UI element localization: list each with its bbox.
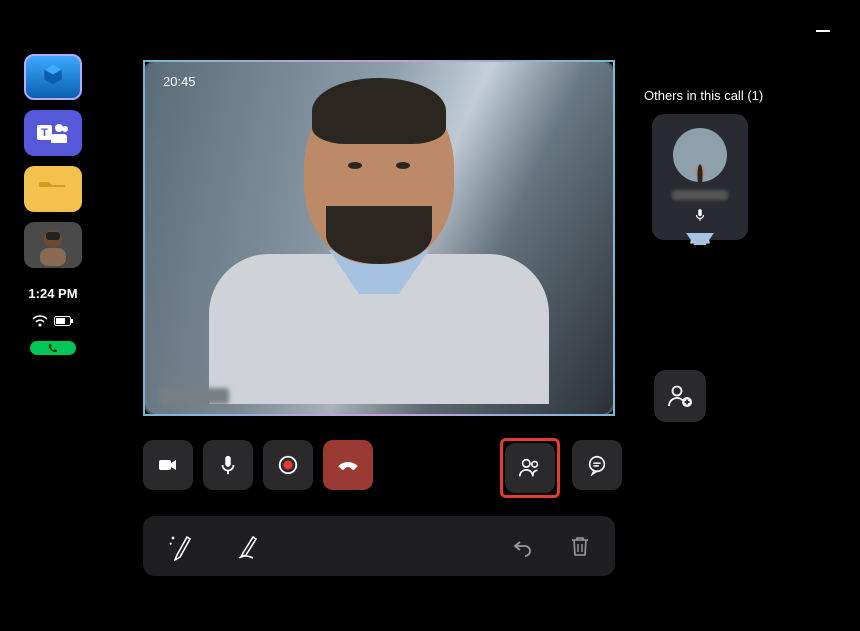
record-icon — [277, 454, 299, 476]
sidebar-item-dynamics[interactable] — [24, 54, 82, 100]
participant-avatar — [673, 128, 727, 182]
phone-icon — [48, 343, 58, 353]
status-row — [32, 315, 74, 327]
others-panel-label: Others in this call (1) — [644, 88, 763, 103]
svg-text:T: T — [41, 127, 48, 139]
record-button[interactable] — [263, 440, 313, 490]
call-controls-right — [500, 438, 622, 498]
chat-icon — [586, 454, 608, 476]
pen-sparkle-icon — [167, 531, 195, 561]
battery-icon — [54, 315, 74, 327]
undo-icon — [511, 534, 535, 558]
bottom-toolbar — [143, 516, 615, 576]
teams-icon: T — [37, 122, 69, 144]
wifi-icon — [32, 315, 48, 327]
left-sidebar: T 1:24 PM — [22, 54, 84, 355]
people-button[interactable] — [505, 443, 555, 493]
mic-icon — [217, 454, 239, 476]
pen-tool-button[interactable] — [167, 531, 195, 561]
person-add-icon — [666, 382, 694, 410]
people-button-highlight — [500, 438, 560, 498]
camera-icon — [156, 453, 180, 477]
main-participant-portrait — [209, 84, 549, 414]
sidebar-item-teams[interactable]: T — [24, 110, 82, 156]
folder-icon — [39, 178, 67, 200]
trash-icon — [569, 534, 591, 558]
dynamics-icon — [38, 62, 68, 92]
delete-button[interactable] — [569, 534, 591, 558]
hangup-button[interactable] — [323, 440, 373, 490]
people-icon — [517, 455, 543, 481]
add-participant-button[interactable] — [654, 370, 706, 422]
camera-toggle-button[interactable] — [143, 440, 193, 490]
participant-card[interactable] — [652, 114, 748, 240]
avatar-icon — [24, 222, 82, 268]
mic-toggle-button[interactable] — [203, 440, 253, 490]
main-participant-name — [159, 388, 229, 404]
minimize-button[interactable] — [816, 30, 830, 32]
clock-label: 1:24 PM — [28, 286, 77, 301]
chat-button[interactable] — [572, 440, 622, 490]
ink-tool-button[interactable] — [235, 531, 263, 561]
sidebar-item-profile[interactable] — [24, 222, 82, 268]
main-video-tile[interactable]: 20:45 — [143, 60, 615, 416]
call-controls — [143, 440, 373, 490]
undo-button[interactable] — [511, 534, 535, 558]
participant-name — [672, 190, 728, 200]
sidebar-item-files[interactable] — [24, 166, 82, 212]
call-timer: 20:45 — [163, 74, 196, 89]
ink-icon — [235, 531, 263, 561]
hangup-icon — [335, 452, 361, 478]
active-call-indicator[interactable] — [30, 341, 76, 355]
